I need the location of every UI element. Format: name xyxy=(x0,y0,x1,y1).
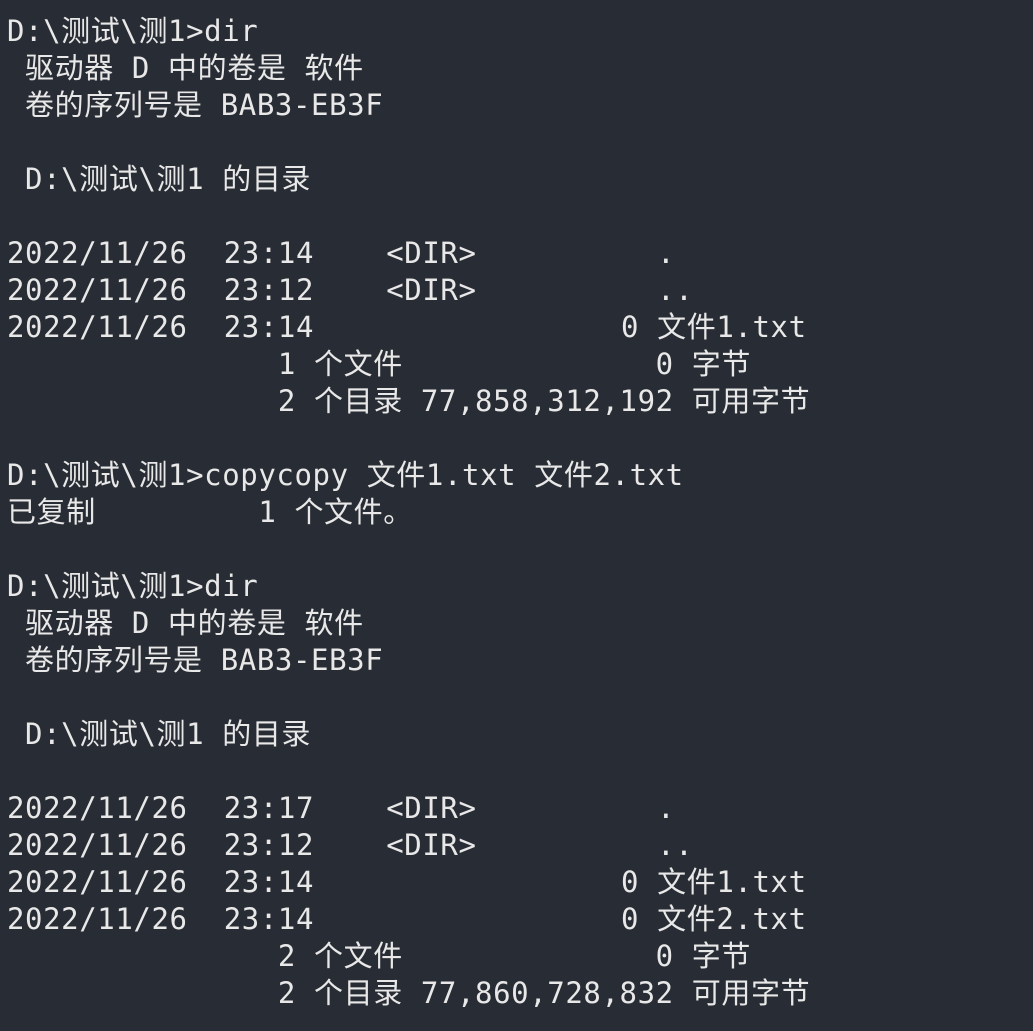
dir-entry-line: 2022/11/26 23:12 <DIR> .. xyxy=(7,828,694,862)
file-entry-line: 2022/11/26 23:14 0 文件1.txt xyxy=(7,310,807,344)
dir-entry-line: 2022/11/26 23:17 <DIR> . xyxy=(7,791,676,825)
file-count-line: 2 个文件 0 字节 xyxy=(7,939,751,973)
volume-label-line-1: 驱动器 D 中的卷是 软件 xyxy=(7,51,364,85)
copy-result-line: 已复制 1 个文件。 xyxy=(7,495,413,529)
prompt-line-copy: D:\测试\测1>copycopy 文件1.txt 文件2.txt xyxy=(7,458,684,492)
volume-serial-line-2: 卷的序列号是 BAB3-EB3F xyxy=(7,643,384,677)
prompt-line-dir-2: D:\测试\测1>dir xyxy=(7,569,259,603)
dir-entry-line: 2022/11/26 23:12 <DIR> .. xyxy=(7,273,694,307)
file-entry-line: 2022/11/26 23:14 0 文件1.txt xyxy=(7,865,807,899)
volume-label-line-2: 驱动器 D 中的卷是 软件 xyxy=(7,606,364,640)
dir-count-line: 2 个目录 77,860,728,832 可用字节 xyxy=(7,976,811,1010)
dir-entry-line: 2022/11/26 23:14 <DIR> . xyxy=(7,236,676,270)
directory-header-line-1: D:\测试\测1 的目录 xyxy=(7,162,312,196)
terminal-output[interactable]: D:\测试\测1>dir 驱动器 D 中的卷是 软件 卷的序列号是 BAB3-E… xyxy=(0,0,1033,1031)
volume-serial-line-1: 卷的序列号是 BAB3-EB3F xyxy=(7,88,384,122)
directory-header-line-2: D:\测试\测1 的目录 xyxy=(7,717,312,751)
dir-count-line: 2 个目录 77,858,312,192 可用字节 xyxy=(7,384,811,418)
file-count-line: 1 个文件 0 字节 xyxy=(7,347,751,381)
file-entry-line: 2022/11/26 23:14 0 文件2.txt xyxy=(7,902,807,936)
prompt-line-dir-1: D:\测试\测1>dir xyxy=(7,14,259,48)
